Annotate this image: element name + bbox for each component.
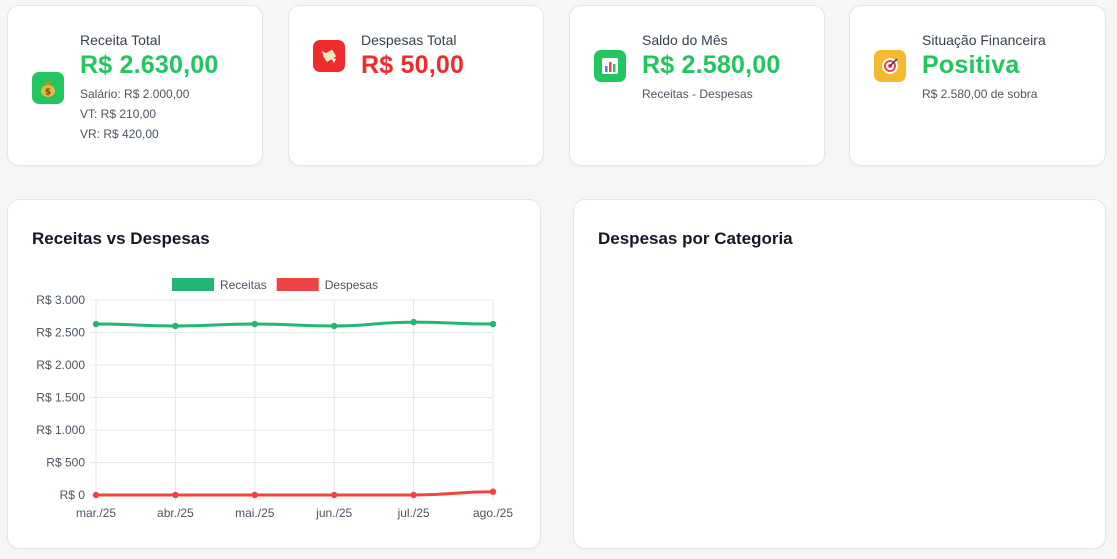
income-value: R$ 2.630,00 — [80, 51, 219, 79]
x-tick-label: mai./25 — [235, 506, 275, 520]
y-tick-label: R$ 0 — [60, 488, 86, 502]
vr-line: VR: R$ 420,00 — [80, 127, 159, 141]
series-point — [489, 488, 497, 495]
series-point — [331, 322, 338, 330]
series-point — [92, 320, 100, 328]
series-point — [251, 320, 258, 328]
y-tick-label: R$ 2.000 — [36, 358, 85, 372]
y-tick-label: R$ 2.500 — [36, 326, 85, 340]
income-card: $ Receita Total R$ 2.630,00 Salário: R$ … — [7, 5, 263, 166]
expenses-by-category-panel: Despesas por Categoria — [573, 199, 1106, 549]
y-tick-label: R$ 3.000 — [36, 293, 85, 307]
x-tick-label: jul./25 — [397, 506, 430, 520]
y-tick-label: R$ 1.500 — [36, 391, 85, 405]
legend-label: Despesas — [325, 278, 378, 292]
svg-text:$: $ — [45, 88, 51, 98]
series-point — [172, 322, 179, 330]
series-point — [251, 491, 258, 499]
legend-swatch — [172, 278, 214, 291]
x-tick-label: jun./25 — [315, 506, 352, 520]
income-label: Receita Total — [80, 32, 161, 48]
category-chart-title: Despesas por Categoria — [598, 229, 793, 248]
income-vs-expenses-panel: Receitas vs Despesas R$ 0 R$ 500 R$ 1.000 R… — [7, 199, 541, 549]
series-line — [95, 320, 494, 328]
vt-line: VT: R$ 210,00 — [80, 107, 157, 121]
y-tick-label: R$ 1.000 — [36, 423, 85, 437]
y-tick-label: R$ 500 — [46, 456, 85, 470]
series-point — [92, 491, 100, 499]
x-tick-label: ago./25 — [473, 506, 513, 520]
category-chart-area — [598, 270, 1081, 528]
expenses-label: Despesas Total — [361, 32, 457, 48]
x-tick-label: abr./25 — [157, 506, 194, 520]
status-value: Positiva — [922, 51, 1020, 79]
money-bag-icon: $ — [32, 72, 64, 104]
series-point — [410, 491, 417, 499]
status-card: Situação Financeira Positiva R$ 2.580,00… — [849, 5, 1106, 166]
legend-swatch — [276, 278, 319, 291]
target-icon — [874, 50, 906, 82]
series-line — [96, 490, 494, 497]
bar-chart-icon — [594, 50, 626, 82]
line-chart: R$ 0 R$ 500 R$ 1.000 R$ 1.500 R$ 2.000 R$ 2.5… — [36, 278, 513, 520]
balance-card: Saldo do Mês R$ 2.580,00 Receitas - Desp… — [569, 5, 825, 166]
x-tick-label: mar./25 — [76, 506, 116, 520]
balance-label: Saldo do Mês — [642, 32, 728, 48]
salary-line: Salário: R$ 2.000,00 — [80, 87, 190, 101]
status-label: Situação Financeira — [922, 32, 1046, 48]
balance-value: R$ 2.580,00 — [642, 51, 781, 79]
series-point — [489, 320, 497, 328]
series-point — [410, 318, 417, 326]
expenses-card: Despesas Total R$ 50,00 — [288, 5, 544, 166]
balance-note: Receitas - Despesas — [642, 87, 753, 101]
legend-label: Receitas — [220, 278, 267, 292]
expenses-value: R$ 50,00 — [361, 51, 465, 79]
series-point — [172, 491, 179, 499]
series-point — [331, 491, 338, 499]
status-note: R$ 2.580,00 de sobra — [922, 87, 1038, 101]
money-wings-icon — [313, 40, 345, 72]
